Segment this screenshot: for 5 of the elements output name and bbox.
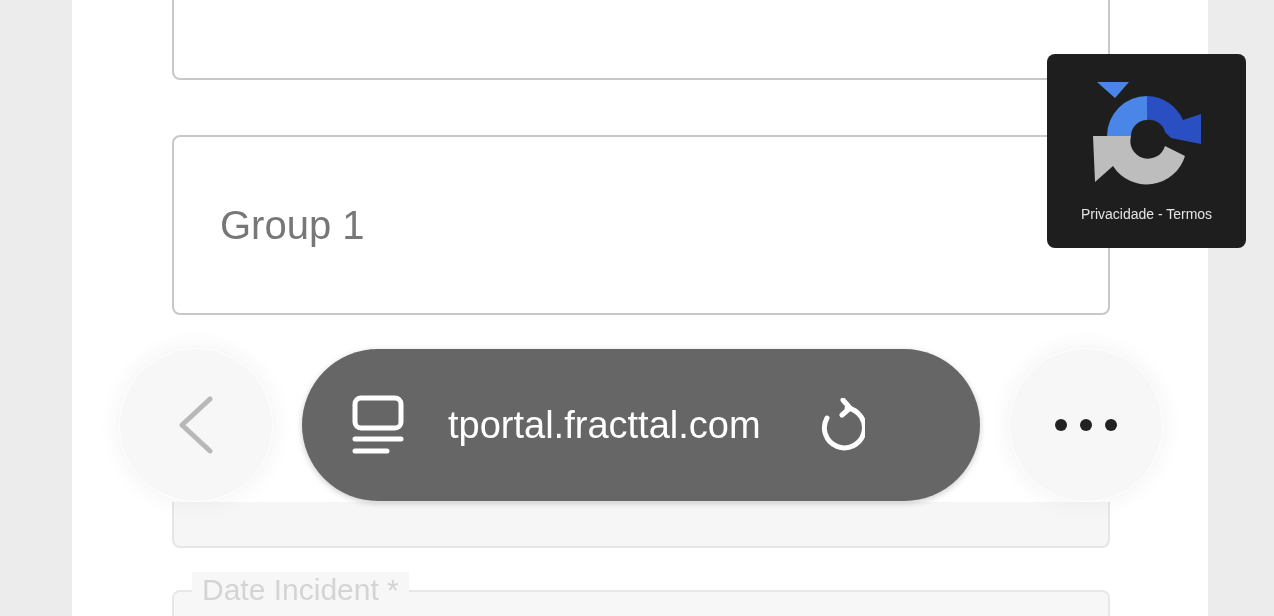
back-icon xyxy=(178,396,214,454)
address-bar[interactable]: tportal.fracttal.com xyxy=(302,349,980,501)
more-icon xyxy=(1054,418,1118,432)
url-text: tportal.fracttal.com xyxy=(448,403,761,447)
tabs-icon xyxy=(352,395,404,455)
